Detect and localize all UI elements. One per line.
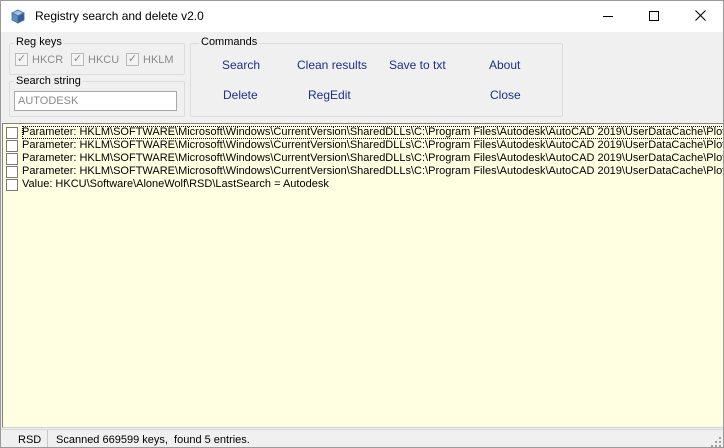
status-app-name: RSD xyxy=(1,430,48,447)
hkcr-checkbox-box[interactable]: ✓ xyxy=(15,53,28,66)
hkcr-label: HKCR xyxy=(32,53,64,66)
window-title: Registry search and delete v2.0 xyxy=(35,9,204,23)
close-button[interactable]: Close xyxy=(490,88,521,102)
check-icon: ✓ xyxy=(16,53,27,65)
reg-keys-group-title: Reg keys xyxy=(14,36,64,48)
list-item[interactable]: Parameter: HKLM\SOFTWARE\Microsoft\Windo… xyxy=(6,126,723,139)
list-item[interactable]: Parameter: HKLM\SOFTWARE\Microsoft\Windo… xyxy=(6,152,723,165)
list-item[interactable]: Parameter: HKLM\SOFTWARE\Microsoft\Windo… xyxy=(6,139,723,152)
commands-group xyxy=(190,43,563,117)
hklm-checkbox[interactable]: ✓ HKLM xyxy=(126,53,174,66)
regedit-button[interactable]: RegEdit xyxy=(308,88,351,102)
row-checkbox[interactable] xyxy=(6,178,18,191)
search-string-group-title: Search string xyxy=(14,75,83,87)
maximize-icon xyxy=(649,9,659,24)
resize-grip-icon[interactable] xyxy=(711,436,721,447)
delete-button[interactable]: Delete xyxy=(223,88,258,102)
close-icon xyxy=(694,9,706,24)
row-text: Parameter: HKLM\SOFTWARE\Microsoft\Windo… xyxy=(22,152,723,164)
title-bar[interactable]: Registry search and delete v2.0 xyxy=(1,1,723,32)
row-checkbox[interactable] xyxy=(6,152,18,165)
hkcu-label: HKCU xyxy=(88,53,120,66)
check-icon: ✓ xyxy=(127,53,138,65)
row-checkbox[interactable] xyxy=(6,126,18,139)
hkcu-checkbox[interactable]: ✓ HKCU xyxy=(71,53,119,66)
row-checkbox[interactable] xyxy=(6,139,18,152)
close-window-button[interactable] xyxy=(677,1,723,32)
save-to-txt-button[interactable]: Save to txt xyxy=(389,58,446,72)
minimize-button[interactable] xyxy=(585,1,631,32)
search-button[interactable]: Search xyxy=(222,58,260,72)
list-item[interactable]: Parameter: HKLM\SOFTWARE\Microsoft\Windo… xyxy=(6,165,723,178)
maximize-button[interactable] xyxy=(631,1,677,32)
about-button[interactable]: About xyxy=(489,58,520,72)
check-icon: ✓ xyxy=(72,53,83,65)
row-checkbox[interactable] xyxy=(6,165,18,178)
row-text: Value: HKCU\Software\AloneWolf\RSD\LastS… xyxy=(22,178,329,190)
cube-icon xyxy=(11,9,25,24)
hkcr-checkbox[interactable]: ✓ HKCR xyxy=(15,53,63,66)
clean-results-button[interactable]: Clean results xyxy=(297,58,367,72)
row-text: Parameter: HKLM\SOFTWARE\Microsoft\Windo… xyxy=(22,139,723,151)
results-list[interactable]: Parameter: HKLM\SOFTWARE\Microsoft\Windo… xyxy=(2,123,723,428)
minimize-icon xyxy=(603,9,613,24)
commands-group-title: Commands xyxy=(199,36,260,48)
status-message: Scanned 669599 keys, found 5 entries. xyxy=(56,433,250,446)
app-window: Registry search and delete v2.0 Reg keys… xyxy=(0,0,724,448)
row-text: Parameter: HKLM\SOFTWARE\Microsoft\Windo… xyxy=(22,165,723,177)
row-text: Parameter: HKLM\SOFTWARE\Microsoft\Windo… xyxy=(22,126,723,139)
hkcu-checkbox-box[interactable]: ✓ xyxy=(71,53,84,66)
hklm-checkbox-box[interactable]: ✓ xyxy=(126,53,139,66)
hklm-label: HKLM xyxy=(143,53,174,66)
status-bar: RSD Scanned 669599 keys, found 5 entries… xyxy=(1,429,723,447)
search-string-input[interactable] xyxy=(14,91,177,111)
list-item[interactable]: Value: HKCU\Software\AloneWolf\RSD\LastS… xyxy=(6,178,329,191)
